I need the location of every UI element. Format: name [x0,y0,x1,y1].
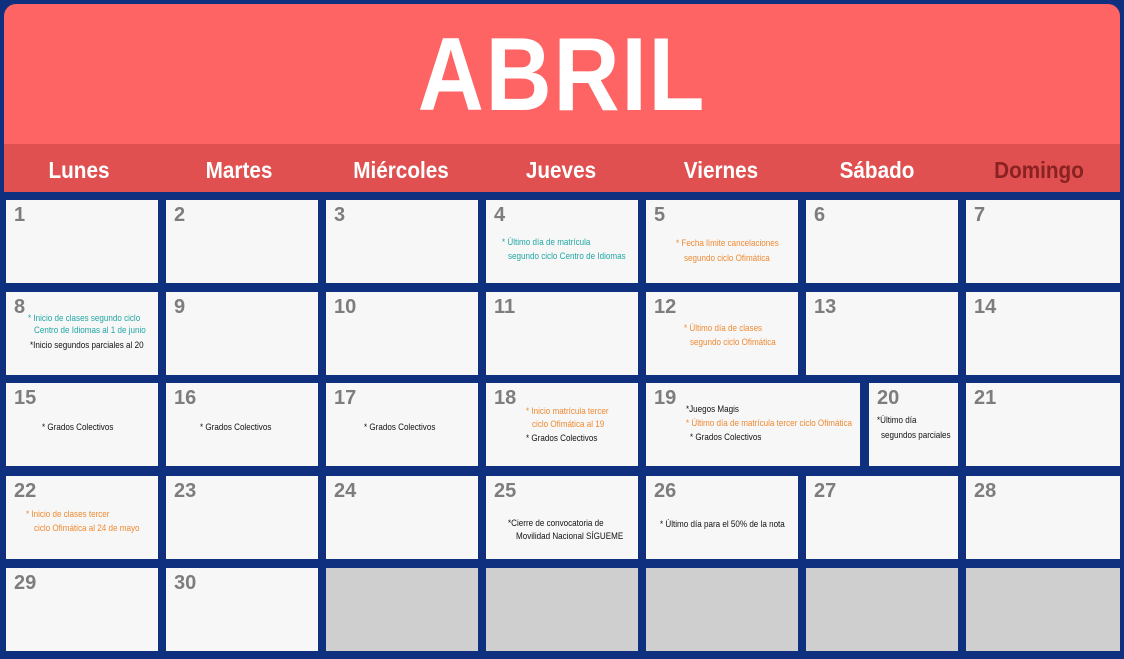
day-number: 26 [654,480,677,502]
event-note: * Grados Colectivos [42,422,114,433]
day-cell-21[interactable]: 21 [966,383,1120,466]
day-cell-26[interactable]: 26 * Último día para el 50% de la nota [646,476,798,559]
day-cell-16[interactable]: 16 * Grados Colectivos [166,383,318,466]
event-note: ciclo Ofimática al 24 de mayo [34,523,140,534]
day-number: 3 [334,204,346,226]
day-number: 30 [174,572,197,594]
day-cell-27[interactable]: 27 [806,476,958,559]
event-note: Movilidad Nacional SÍGUEME [516,531,624,542]
event-note: * Último día para el 50% de la nota [660,519,785,530]
day-number: 5 [654,204,666,226]
day-cell-7[interactable]: 7 [966,200,1120,283]
weekday-jueves: Jueves [525,157,597,183]
day-number: 7 [974,204,986,226]
event-note: * Inicio de clases tercer [26,509,110,520]
empty-cell [646,568,798,651]
day-cell-19[interactable]: 19 *Juegos Magis * Último día de matrícu… [646,383,860,466]
event-note: segundo ciclo Ofimática [690,337,776,348]
day-number: 19 [654,387,677,409]
event-note: *Inicio segundos parciales al 20 [30,340,144,351]
day-number: 17 [334,387,357,409]
weekday-martes: Martes [205,157,273,183]
empty-cell [966,568,1120,651]
day-cell-3[interactable]: 3 [326,200,478,283]
day-number: 22 [14,480,37,502]
event-note: * Grados Colectivos [526,433,598,444]
weekday-lunes: Lunes [48,157,110,183]
day-number: 4 [494,204,506,226]
event-note: * Grados Colectivos [200,422,272,433]
day-cell-12[interactable]: 12 * Último día de clases segundo ciclo … [646,292,798,375]
day-number: 23 [174,480,197,502]
day-number: 24 [334,480,357,502]
day-number: 18 [494,387,517,409]
event-note: segundo ciclo Centro de Idiomas [508,251,626,262]
day-cell-10[interactable]: 10 [326,292,478,375]
day-cell-18[interactable]: 18 * Inicio matrícula tercer ciclo Ofimá… [486,383,638,466]
day-number: 21 [974,387,997,409]
day-cell-25[interactable]: 25 *Cierre de convocatoria de Movilidad … [486,476,638,559]
day-cell-29[interactable]: 29 [6,568,158,651]
month-title: ABRIL [417,17,707,133]
day-number: 2 [174,204,186,226]
day-number: 15 [14,387,37,409]
weekday-viernes: Viernes [683,157,759,183]
event-note: * Grados Colectivos [364,422,436,433]
day-number: 8 [14,296,26,318]
day-number: 1 [14,204,26,226]
day-cell-2[interactable]: 2 [166,200,318,283]
empty-cell [326,568,478,651]
day-cell-8[interactable]: 8 * Inicio de clases segundo ciclo Centr… [6,292,158,375]
day-number: 20 [877,387,900,409]
day-cell-9[interactable]: 9 [166,292,318,375]
empty-cell [486,568,638,651]
day-number: 10 [334,296,357,318]
empty-cell [806,568,958,651]
day-cell-11[interactable]: 11 [486,292,638,375]
event-note: ciclo Ofimática al 19 [532,419,605,430]
weekday-bar: Lunes Martes Miércoles Jueves Viernes Sá… [4,144,1120,192]
day-cell-13[interactable]: 13 [806,292,958,375]
event-note: *Último día [877,415,917,426]
event-note: Centro de Idiomas al 1 de junio [34,325,146,336]
day-cell-28[interactable]: 28 [966,476,1120,559]
day-cell-30[interactable]: 30 [166,568,318,651]
day-number: 13 [814,296,837,318]
day-cell-23[interactable]: 23 [166,476,318,559]
day-cell-20[interactable]: 20 *Último día segundos parciales [869,383,958,466]
day-number: 29 [14,572,37,594]
day-cell-24[interactable]: 24 [326,476,478,559]
day-cell-22[interactable]: 22 * Inicio de clases tercer ciclo Ofimá… [6,476,158,559]
weekday-miercoles: Miércoles [353,157,449,183]
event-note: segundos parciales [881,430,951,441]
event-note: * Último día de matrícula [502,237,591,248]
day-number: 11 [494,296,516,318]
day-number: 14 [974,296,997,318]
day-number: 27 [814,480,837,502]
day-cell-1[interactable]: 1 [6,200,158,283]
day-cell-15[interactable]: 15 * Grados Colectivos [6,383,158,466]
day-number: 12 [654,296,677,318]
day-cell-6[interactable]: 6 [806,200,958,283]
day-number: 16 [174,387,197,409]
day-number: 9 [174,296,186,318]
day-number: 6 [814,204,826,226]
event-note: * Grados Colectivos [690,432,762,443]
event-note: *Cierre de convocatoria de [508,518,604,529]
day-cell-17[interactable]: 17 * Grados Colectivos [326,383,478,466]
event-note: *Juegos Magis [686,404,739,415]
weekday-sabado: Sábado [839,157,915,183]
day-cell-5[interactable]: 5 * Fecha límite cancelaciones segundo c… [646,200,798,283]
weekday-domingo: Domingo [994,157,1084,183]
day-number: 28 [974,480,997,502]
event-note: * Fecha límite cancelaciones [676,238,779,249]
calendar-header: ABRIL [4,4,1120,144]
day-number: 25 [494,480,517,502]
event-note: * Último día de matrícula tercer ciclo O… [686,418,853,429]
day-cell-4[interactable]: 4 * Último día de matrícula segundo cicl… [486,200,638,283]
day-cell-14[interactable]: 14 [966,292,1120,375]
event-note: segundo ciclo Ofimática [684,253,770,264]
event-note: * Inicio matrícula tercer [526,406,609,417]
event-note: * Último día de clases [684,323,763,334]
